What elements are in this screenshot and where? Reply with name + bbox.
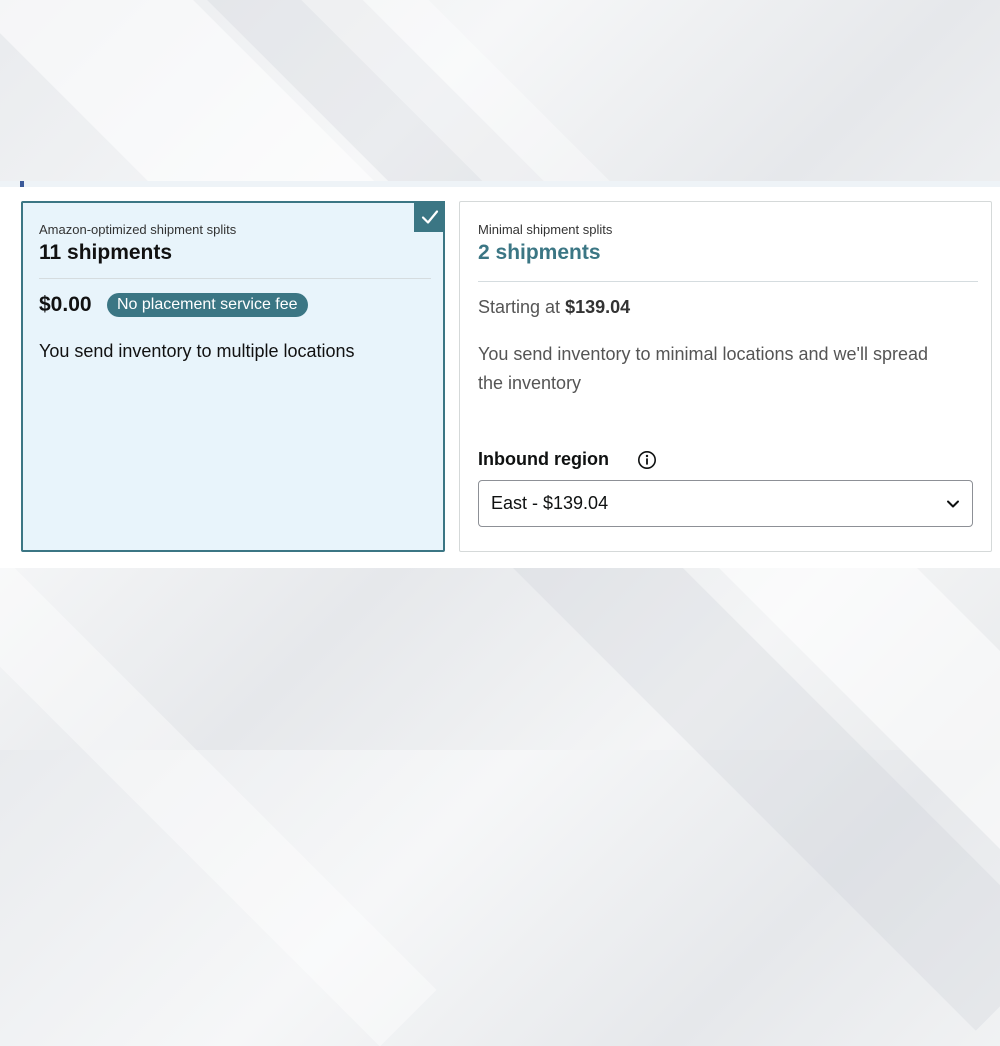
option-description: You send inventory to minimal locations … xyxy=(478,344,929,393)
shipment-count: 2 shipments xyxy=(478,241,601,264)
shipment-options-panel: Amazon-optimized shipment splits 11 ship… xyxy=(0,181,1000,568)
amazon-optimized-option-card[interactable]: Amazon-optimized shipment splits 11 ship… xyxy=(21,201,445,552)
no-fee-badge: No placement service fee xyxy=(107,293,308,317)
inbound-region-value: East - $139.04 xyxy=(491,493,609,513)
inbound-region-label: Inbound region xyxy=(478,449,609,469)
inbound-region-select[interactable]: East - $139.04 xyxy=(478,480,973,527)
option-subtitle: Amazon-optimized shipment splits xyxy=(39,222,237,237)
option-subtitle: Minimal shipment splits xyxy=(478,222,613,237)
panel-accent-tick xyxy=(20,181,24,187)
panel-top-bar xyxy=(0,181,1000,187)
starting-price-text: Starting at $139.04 xyxy=(478,297,630,318)
minimal-splits-option-card[interactable]: Minimal shipment splits 2 shipments Star… xyxy=(459,201,992,552)
shipment-count: 11 shipments xyxy=(39,241,173,264)
divider xyxy=(478,281,978,282)
starting-price: $139.04 xyxy=(565,297,631,317)
checkmark-icon xyxy=(421,209,438,224)
selected-checkmark-badge xyxy=(414,201,445,232)
option-description: You send inventory to multiple locations xyxy=(39,341,355,361)
info-icon[interactable] xyxy=(637,450,657,470)
divider xyxy=(39,278,431,279)
starting-label: Starting at xyxy=(478,297,561,317)
chevron-down-icon xyxy=(947,500,959,508)
placement-fee-price: $0.00 xyxy=(39,293,92,316)
